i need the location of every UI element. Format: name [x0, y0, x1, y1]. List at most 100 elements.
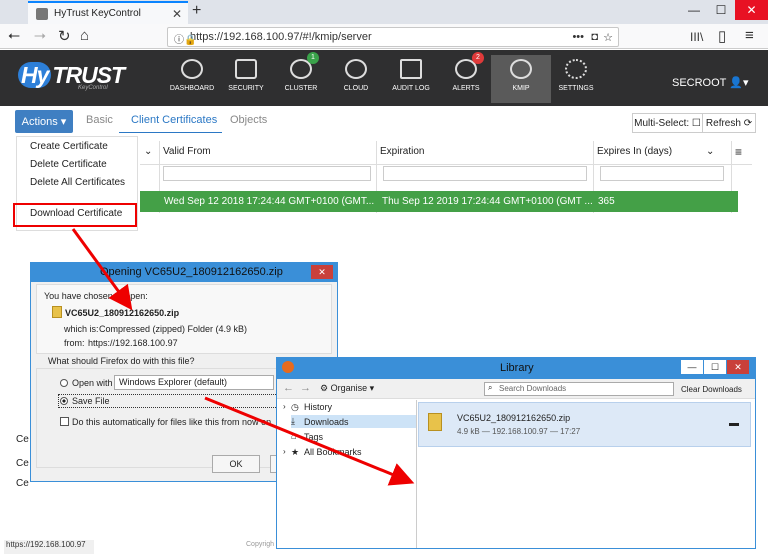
url-path: /#!/kmip/server: [299, 31, 372, 43]
browser-tab[interactable]: HyTrust KeyControl ✕: [28, 1, 188, 24]
list-item[interactable]: Ce: [16, 434, 29, 445]
sidebar-item-tags[interactable]: Tags: [304, 432, 323, 442]
which-is-label: which is:: [64, 324, 99, 334]
gear-icon: [565, 59, 587, 79]
close-icon[interactable]: ✕: [311, 265, 333, 279]
cell-expiration: Thu Sep 12 2019 17:24:44 GMT+0100 (GMT .…: [382, 196, 593, 207]
tab-basic[interactable]: Basic: [86, 114, 113, 126]
cell-expires-in: 365: [598, 196, 615, 207]
minimize-icon[interactable]: —: [681, 360, 703, 374]
lock-icon: [235, 59, 257, 79]
back-icon[interactable]: ←: [283, 382, 294, 394]
menu-create-certificate[interactable]: Create Certificate: [30, 141, 108, 152]
close-window-icon[interactable]: ✕: [735, 0, 768, 20]
cell-valid-from: Wed Sep 12 2018 17:24:44 GMT+0100 (GMT..…: [164, 196, 375, 207]
open-folder-icon[interactable]: ▬: [729, 418, 739, 429]
expand-icon[interactable]: ›: [283, 447, 286, 456]
menu-icon[interactable]: ≡: [745, 27, 754, 44]
list-item[interactable]: Ce: [16, 478, 29, 489]
menu-delete-certificate[interactable]: Delete Certificate: [30, 159, 107, 170]
auto-checkbox[interactable]: [60, 417, 69, 426]
nav-kmip[interactable]: KMIP: [491, 55, 551, 103]
maximize-icon[interactable]: ☐: [708, 0, 734, 20]
cloud-icon: [345, 59, 367, 79]
url-host: 192.168.100.97: [223, 31, 300, 43]
col-valid-from[interactable]: Valid From: [163, 146, 211, 157]
alerts-badge: 2: [472, 52, 484, 64]
back-icon[interactable]: ⭠: [8, 27, 20, 44]
favicon-icon: [36, 7, 48, 20]
sort-chevron-icon[interactable]: ⌄: [144, 146, 152, 157]
copyright: Copyrigh: [246, 541, 275, 548]
question-label: What should Firefox do with this file?: [48, 356, 195, 366]
nav-alerts[interactable]: 2 ALERTS: [436, 52, 496, 92]
open-with-select[interactable]: Windows Explorer (default): [114, 375, 274, 390]
expand-icon[interactable]: ›: [283, 402, 286, 411]
zip-file-icon: [52, 306, 62, 318]
nav-cloud[interactable]: CLOUD: [326, 55, 386, 92]
filter-expires-in[interactable]: [600, 166, 724, 181]
nav-cluster[interactable]: 1 CLUSTER: [271, 52, 331, 92]
dashboard-icon: [181, 59, 203, 79]
grid-menu-icon[interactable]: ≡: [735, 145, 742, 159]
clear-downloads-button[interactable]: Clear Downloads: [681, 385, 742, 394]
radio-open-with[interactable]: [60, 379, 68, 387]
nav-security[interactable]: SECURITY: [216, 55, 276, 92]
highlight-box: [13, 203, 137, 227]
nav-settings[interactable]: SETTINGS: [546, 55, 606, 92]
open-with-label: Open with: [72, 378, 113, 388]
sidebar-item-all-bookmarks[interactable]: All Bookmarks: [304, 447, 362, 457]
zip-file-icon: [428, 413, 442, 431]
from-label: from:: [64, 338, 85, 348]
forward-icon[interactable]: ⭢: [34, 27, 46, 44]
user-icon: 👤▾: [729, 77, 749, 89]
bookmark-icon: ★: [291, 447, 300, 457]
library-title: Library: [500, 362, 534, 374]
col-expiration[interactable]: Expiration: [380, 146, 424, 157]
refresh-button[interactable]: Refresh ⟳: [702, 113, 756, 133]
user-menu[interactable]: SECROOT 👤▾: [672, 76, 748, 89]
close-tab-icon[interactable]: ✕: [172, 7, 182, 21]
minimize-icon[interactable]: —: [681, 0, 707, 20]
multiselect-toggle[interactable]: Multi-Select: ☐: [632, 113, 703, 133]
tab-client-certificates[interactable]: Client Certificates: [131, 114, 217, 126]
kmip-icon: [510, 59, 532, 79]
sidebar-icon[interactable]: ▯: [718, 27, 726, 45]
history-icon: ◷: [291, 402, 299, 412]
reload-icon[interactable]: ↻: [58, 27, 71, 45]
new-tab-icon[interactable]: +: [192, 2, 201, 20]
tag-icon: ⌂: [291, 431, 297, 441]
nav-audit-log[interactable]: AUDIT LOG: [381, 55, 441, 92]
filter-expiration[interactable]: [383, 166, 587, 181]
address-bar[interactable]: ⓘ🔒 https://192.168.100.97/#!/kmip/server…: [167, 27, 619, 47]
lock-icon: ⓘ🔒: [174, 35, 197, 46]
filter-valid-from[interactable]: [163, 166, 371, 181]
download-item[interactable]: [418, 402, 751, 447]
bookmark-star-icon[interactable]: ☆: [603, 31, 613, 44]
col-expires-in[interactable]: Expires In (days): [597, 146, 672, 157]
sidebar-item-history[interactable]: History: [304, 402, 332, 412]
menu-delete-all-certificates[interactable]: Delete All Certificates: [30, 177, 125, 188]
forward-icon[interactable]: →: [300, 382, 311, 394]
list-item[interactable]: Ce: [16, 458, 29, 469]
page-actions-icon[interactable]: •••: [572, 31, 584, 43]
chosen-label: You have chosen to open:: [44, 291, 148, 301]
download-icon: ⤓: [291, 416, 295, 426]
cluster-badge: 1: [307, 52, 319, 64]
status-bar: https://192.168.100.97: [4, 540, 94, 554]
library-icon[interactable]: III\: [690, 30, 703, 44]
close-icon[interactable]: ✕: [727, 360, 749, 374]
actions-button[interactable]: Actions ▾: [15, 110, 73, 133]
dialog-title: Opening VC65U2_180912162650.zip: [100, 266, 283, 278]
sidebar-item-downloads[interactable]: Downloads: [304, 417, 349, 427]
book-icon: [400, 59, 422, 79]
organise-menu[interactable]: ⚙ Organise ▾: [320, 383, 374, 394]
maximize-icon[interactable]: ☐: [704, 360, 726, 374]
search-downloads-input[interactable]: Search Downloads: [484, 382, 674, 396]
home-icon[interactable]: ⌂: [80, 27, 89, 44]
sort-chevron-icon[interactable]: ⌄: [706, 146, 714, 157]
tab-objects[interactable]: Objects: [230, 114, 267, 126]
pocket-icon[interactable]: ◘: [591, 31, 598, 43]
nav-dashboard[interactable]: DASHBOARD: [162, 55, 222, 92]
ok-button[interactable]: OK: [212, 455, 260, 473]
